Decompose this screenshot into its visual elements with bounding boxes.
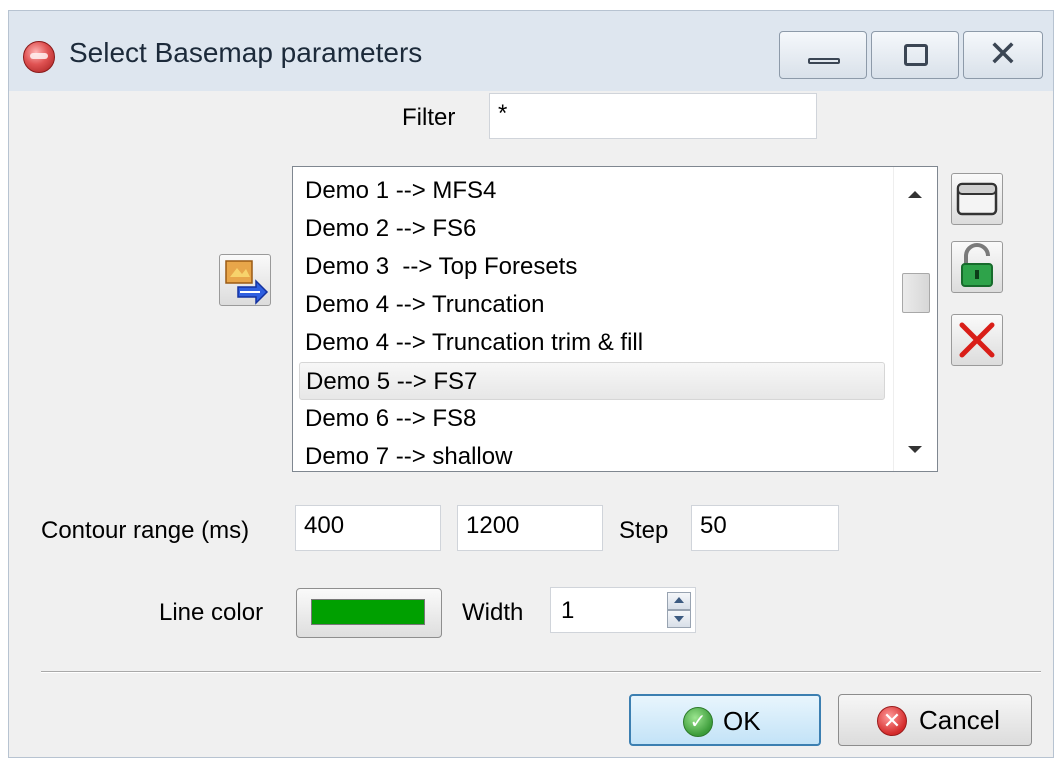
unlock-icon bbox=[961, 243, 993, 287]
cancel-button[interactable]: ✕ Cancel bbox=[838, 694, 1032, 746]
contour-max-input[interactable]: 1200 bbox=[457, 505, 603, 551]
filter-input[interactable]: * bbox=[489, 93, 817, 139]
spin-down-icon[interactable] bbox=[667, 610, 691, 628]
list-item-selected[interactable]: Demo 5 --> FS7 bbox=[299, 362, 885, 400]
list-item[interactable]: Demo 1 --> MFS4 bbox=[299, 172, 885, 210]
view-window-button[interactable] bbox=[951, 173, 1003, 225]
width-label: Width bbox=[462, 599, 524, 626]
contour-range-label: Contour range (ms) bbox=[41, 517, 250, 544]
cancel-label: Cancel bbox=[919, 705, 1000, 735]
close-button[interactable]: ✕ bbox=[963, 31, 1043, 79]
scroll-thumb[interactable] bbox=[902, 273, 930, 313]
scroll-up-icon[interactable] bbox=[908, 191, 922, 198]
minimize-icon bbox=[808, 58, 840, 64]
scroll-down-icon[interactable] bbox=[908, 446, 922, 453]
spin-up-icon[interactable] bbox=[667, 592, 691, 610]
line-color-button[interactable] bbox=[296, 588, 442, 638]
maximize-icon bbox=[904, 44, 928, 66]
contour-min-input[interactable]: 400 bbox=[295, 505, 441, 551]
maximize-button[interactable] bbox=[871, 31, 959, 79]
step-label: Step bbox=[619, 517, 669, 544]
basemap-list[interactable]: Demo 1 --> MFS4 Demo 2 --> FS6 Demo 3 --… bbox=[292, 166, 938, 472]
list-item[interactable]: Demo 4 --> Truncation bbox=[299, 286, 885, 324]
filter-label: Filter bbox=[402, 104, 456, 131]
close-icon: ✕ bbox=[987, 33, 1019, 74]
minimize-button[interactable] bbox=[779, 31, 867, 79]
import-arrow-icon bbox=[225, 260, 269, 305]
list-item[interactable]: Demo 2 --> FS6 bbox=[299, 210, 885, 248]
step-input[interactable]: 50 bbox=[691, 505, 839, 551]
list-item[interactable]: Demo 4 --> Truncation trim & fill bbox=[299, 324, 885, 362]
window-title: Select Basemap parameters bbox=[69, 37, 423, 68]
ok-label: OK bbox=[723, 706, 761, 736]
width-spinner[interactable]: 1 bbox=[550, 587, 696, 633]
list-item[interactable]: Demo 7 --> shallow bbox=[299, 438, 885, 471]
app-icon bbox=[23, 41, 55, 73]
color-swatch bbox=[311, 599, 425, 625]
delete-icon bbox=[959, 322, 995, 358]
title-bar[interactable]: Select Basemap parameters ✕ bbox=[9, 11, 1053, 91]
dialog-window: Select Basemap parameters ✕ Filter * Dem… bbox=[8, 10, 1054, 758]
separator bbox=[41, 671, 1041, 673]
list-item[interactable]: Demo 6 --> FS8 bbox=[299, 400, 885, 438]
unlock-button[interactable] bbox=[951, 241, 1003, 293]
delete-button[interactable] bbox=[951, 314, 1003, 366]
list-scrollbar[interactable] bbox=[893, 167, 937, 471]
ok-button[interactable]: ✓ OK bbox=[629, 694, 821, 746]
line-color-label: Line color bbox=[159, 599, 264, 626]
cancel-x-icon: ✕ bbox=[877, 706, 907, 736]
window-icon bbox=[956, 182, 998, 216]
import-button[interactable] bbox=[219, 254, 271, 306]
width-value[interactable]: 1 bbox=[561, 591, 574, 631]
list-item[interactable]: Demo 3 --> Top Foresets bbox=[299, 248, 885, 286]
check-icon: ✓ bbox=[683, 707, 713, 737]
